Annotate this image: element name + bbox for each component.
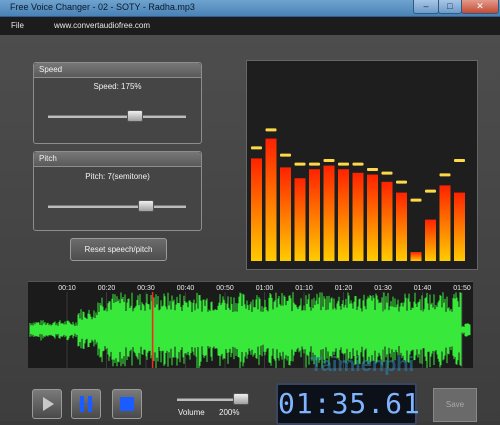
time-display: 01:35.61 [276, 383, 420, 425]
equalizer-bar [367, 174, 378, 261]
equalizer-peak [323, 159, 335, 162]
timeline-label: 00:30 [137, 285, 155, 292]
equalizer-peak [251, 146, 262, 150]
stop-icon [120, 397, 134, 411]
speed-slider-thumb[interactable] [126, 110, 143, 122]
equalizer-peak [280, 153, 291, 157]
speed-panel: Speed Speed: 175% [33, 62, 202, 144]
volume-label: Volume [178, 408, 205, 417]
website-link[interactable]: www.convertaudiofree.com [54, 21, 150, 30]
equalizer-peak [396, 180, 407, 184]
menu-bar: File www.convertaudiofree.com [0, 17, 500, 35]
equalizer-peak [352, 162, 364, 166]
volume-value: 200% [219, 408, 240, 417]
play-icon [43, 397, 54, 411]
timeline-label: 01:50 [453, 285, 471, 292]
timeline-label: 01:00 [256, 285, 274, 292]
timeline-label: 01:40 [414, 285, 432, 292]
title-bar: Free Voice Changer - 02 - SOTY - Radha.m… [0, 0, 500, 17]
pause-icon [78, 396, 94, 412]
equalizer-bar [294, 178, 306, 261]
equalizer-peak [294, 162, 306, 166]
pitch-header: Pitch [39, 154, 57, 163]
window-title: Free Voice Changer - 02 - SOTY - Radha.m… [10, 2, 195, 12]
equalizer-bar [323, 165, 335, 261]
timeline-label: 00:10 [58, 285, 76, 292]
maximize-button[interactable]: □ [438, 0, 462, 14]
pitch-slider-thumb[interactable] [137, 200, 154, 212]
pause-button[interactable] [71, 389, 101, 419]
reset-speech-pitch-button[interactable]: Reset speech/pitch [70, 238, 167, 261]
menu-file[interactable]: File [11, 21, 24, 30]
equalizer-peak [367, 168, 378, 171]
speed-header: Speed [39, 65, 63, 74]
equalizer-peak [265, 128, 277, 132]
equalizer-bar [265, 138, 277, 261]
timeline-label: 01:10 [295, 285, 313, 292]
equalizer-bar [410, 252, 422, 261]
timeline-label: 01:20 [335, 285, 353, 292]
volume-slider-thumb[interactable] [232, 393, 249, 405]
equalizer-bar [454, 192, 465, 261]
equalizer-peak [439, 173, 451, 177]
close-button[interactable]: ✕ [461, 0, 499, 14]
timeline-label: 00:40 [177, 285, 195, 292]
equalizer-bar [251, 158, 262, 261]
stop-button[interactable] [112, 389, 142, 419]
minimize-button[interactable]: – [413, 0, 439, 14]
equalizer-graphic [251, 128, 465, 261]
equalizer-bar [381, 181, 393, 261]
equalizer-bar [352, 172, 364, 261]
equalizer-bar [439, 185, 451, 261]
watermark-text: Taimienphi [310, 354, 415, 376]
pitch-value-label: Pitch: 7(semitone) [85, 172, 150, 181]
equalizer-peak [454, 159, 465, 162]
timeline-label: 01:30 [374, 285, 392, 292]
equalizer-bar [309, 169, 320, 261]
pitch-slider-track[interactable] [48, 205, 186, 208]
equalizer-peak [425, 189, 436, 193]
play-button[interactable] [32, 389, 62, 419]
equalizer-bar [396, 192, 407, 261]
save-button[interactable]: Save [433, 388, 477, 422]
equalizer-peak [338, 162, 349, 166]
speed-slider-track[interactable] [48, 115, 186, 118]
equalizer-bar [425, 219, 436, 261]
speed-value-label: Speed: 175% [93, 82, 142, 91]
equalizer-peak [410, 198, 422, 202]
equalizer-peak [381, 171, 393, 175]
timeline-label: 00:20 [98, 285, 116, 292]
equalizer-bar [338, 169, 349, 261]
equalizer-bar [280, 167, 291, 261]
pitch-panel: Pitch Pitch: 7(semitone) [33, 151, 202, 231]
timeline-label: 00:50 [216, 285, 234, 292]
spectrum-equalizer [246, 60, 478, 270]
equalizer-peak [309, 162, 320, 166]
